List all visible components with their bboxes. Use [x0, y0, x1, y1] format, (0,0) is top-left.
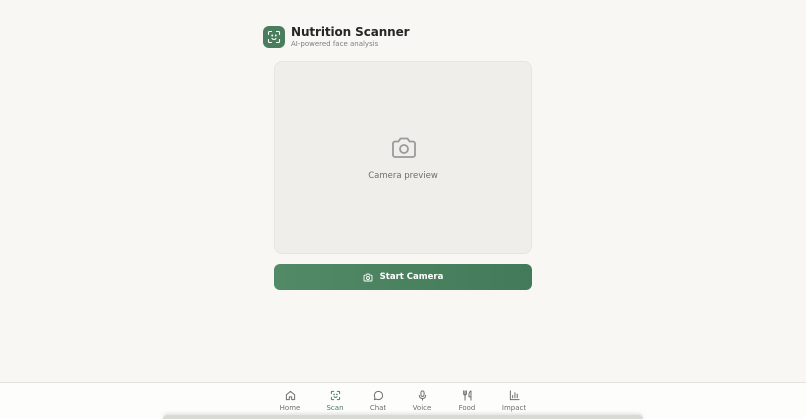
- nav-item-home[interactable]: Home: [270, 389, 310, 412]
- camera-preview: Camera preview: [274, 61, 532, 254]
- scan-icon: [330, 389, 341, 401]
- bar-chart-icon: [509, 389, 520, 401]
- utensils-icon: [462, 389, 473, 401]
- page-subtitle: AI-powered face analysis: [291, 40, 379, 48]
- nav-item-impact[interactable]: Impact: [494, 389, 534, 412]
- page-title: Nutrition Scanner: [291, 25, 410, 39]
- nav-label-chat: Chat: [369, 404, 387, 412]
- app-header: Nutrition Scanner AI-powered face analys…: [263, 25, 410, 49]
- nav-label-impact: Impact: [501, 404, 527, 412]
- start-camera-button[interactable]: Start Camera: [274, 264, 532, 290]
- header-text: Nutrition Scanner AI-powered face analys…: [291, 25, 410, 49]
- home-icon: [285, 389, 296, 401]
- nav-item-chat[interactable]: Chat: [358, 389, 398, 412]
- chat-icon: [373, 389, 384, 401]
- microphone-icon: [417, 389, 428, 401]
- camera-icon: [390, 136, 418, 164]
- start-camera-label: Start Camera: [379, 272, 444, 282]
- bottom-nav: Home Scan Chat Voice Food Impact: [0, 382, 806, 419]
- camera-icon: [363, 273, 373, 282]
- scan-face-icon: [263, 26, 285, 48]
- camera-preview-label: Camera preview: [368, 171, 438, 181]
- nav-label-scan: Scan: [326, 404, 344, 412]
- nav-item-scan[interactable]: Scan: [315, 389, 355, 412]
- app-page: Nutrition Scanner AI-powered face analys…: [0, 0, 806, 419]
- nav-label-home: Home: [279, 404, 301, 412]
- nav-label-voice: Voice: [412, 404, 432, 412]
- nav-item-food[interactable]: Food: [447, 389, 487, 412]
- nav-label-food: Food: [458, 404, 476, 412]
- nav-item-voice[interactable]: Voice: [402, 389, 442, 412]
- home-indicator: [163, 415, 643, 419]
